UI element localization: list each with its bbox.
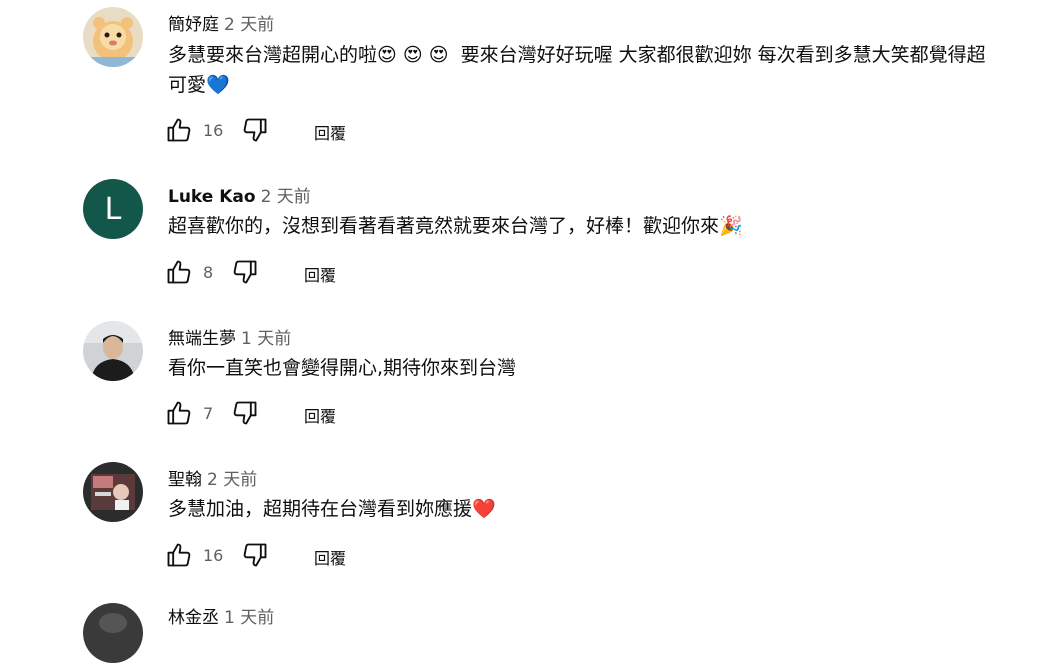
avatar[interactable]: [83, 7, 143, 67]
comment-time[interactable]: 2 天前: [207, 470, 257, 490]
comment-author[interactable]: 無端生夢: [168, 329, 236, 349]
comment-actions: 7: [163, 397, 261, 429]
reply-button[interactable]: 回覆: [314, 120, 346, 144]
comment-actions: 16: [163, 539, 271, 571]
dislike-button[interactable]: [229, 256, 261, 288]
reply-button[interactable]: 回覆: [304, 403, 336, 427]
thumbs-down-icon: [243, 543, 267, 567]
like-button[interactable]: [163, 539, 195, 571]
like-button[interactable]: [163, 114, 195, 146]
comment-header: Luke Kao 2 天前: [168, 182, 311, 207]
dislike-button[interactable]: [229, 397, 261, 429]
comment-header: 聖翰 2 天前: [168, 465, 257, 490]
comment-text: 多慧加油，超期待在台灣看到妳應援❤️: [168, 498, 496, 520]
comment-text: 多慧要來台灣超開心的啦😍 😍 😍 要來台灣好好玩喔 大家都很歡迎妳 每次看到多慧…: [168, 44, 986, 96]
comment-author[interactable]: 聖翰: [168, 470, 202, 490]
comment-header: 簡妤庭 2 天前: [168, 10, 274, 35]
like-button[interactable]: [163, 256, 195, 288]
thumbs-down-icon: [233, 401, 257, 425]
like-button[interactable]: [163, 397, 195, 429]
comment-time[interactable]: 2 天前: [261, 187, 311, 207]
comment-text: 超喜歡你的，沒想到看著看著竟然就要來台灣了，好棒！歡迎你來🎉: [168, 215, 743, 237]
comment-author[interactable]: 林金丞: [168, 608, 219, 628]
avatar[interactable]: [83, 462, 143, 522]
like-count: 8: [203, 262, 214, 282]
thumbs-up-icon: [167, 543, 191, 567]
thumbs-down-icon: [233, 260, 257, 284]
avatar[interactable]: [83, 321, 143, 381]
comment-author[interactable]: Luke Kao: [168, 187, 256, 207]
dislike-button[interactable]: [239, 539, 271, 571]
comment-header: 無端生夢 1 天前: [168, 324, 291, 349]
thumbs-up-icon: [167, 118, 191, 142]
avatar[interactable]: [83, 603, 143, 663]
comment-actions: 16: [163, 114, 271, 146]
like-count: 16: [203, 120, 224, 140]
comment-time[interactable]: 1 天前: [241, 329, 291, 349]
thumbs-down-icon: [243, 118, 267, 142]
comment-text: 看你一直笑也會變得開心,期待你來到台灣: [168, 357, 517, 379]
comment-author[interactable]: 簡妤庭: [168, 15, 219, 35]
like-count: 16: [203, 545, 224, 565]
reply-button[interactable]: 回覆: [314, 545, 346, 569]
avatar[interactable]: L: [83, 179, 143, 239]
thumbs-up-icon: [167, 401, 191, 425]
dislike-button[interactable]: [239, 114, 271, 146]
like-count: 7: [203, 403, 214, 423]
comment-header: 林金丞 1 天前: [168, 603, 274, 628]
thumbs-up-icon: [167, 260, 191, 284]
comment-actions: 8: [163, 256, 261, 288]
comment-time[interactable]: 2 天前: [224, 15, 274, 35]
comment-time[interactable]: 1 天前: [224, 608, 274, 628]
reply-button[interactable]: 回覆: [304, 262, 336, 286]
